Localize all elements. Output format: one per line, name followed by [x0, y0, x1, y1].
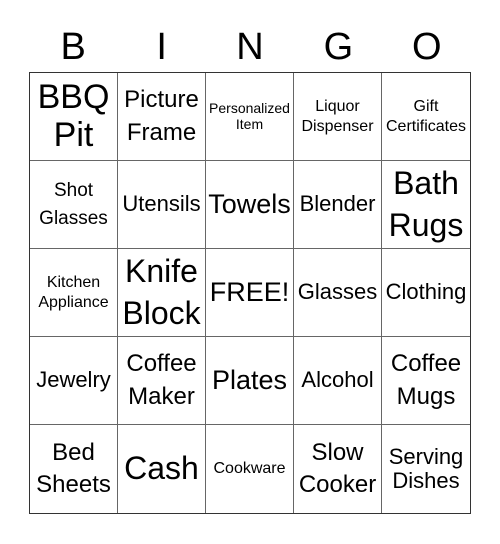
cell-label: Glasses	[297, 279, 378, 305]
cell-label: Coffee Maker	[126, 350, 197, 410]
bingo-cell[interactable]: Personalized Item	[206, 73, 294, 161]
bingo-cell[interactable]: Slow Cooker	[294, 425, 382, 513]
bingo-cell[interactable]: Jewelry	[30, 337, 118, 425]
bingo-grid: BBQ Pit Picture Frame Personalized Item …	[29, 72, 471, 514]
bingo-cell[interactable]: Bed Sheets	[30, 425, 118, 513]
cell-label: Personalized Item	[209, 100, 290, 132]
cell-label: Utensils	[122, 191, 201, 217]
bingo-cell[interactable]: Gift Certificates	[382, 73, 470, 161]
cell-label: Bed Sheets	[36, 438, 111, 498]
cell-label: Kitchen Appliance	[38, 274, 109, 311]
bingo-cell[interactable]: Coffee Maker	[118, 337, 206, 425]
cell-label: Towels	[208, 188, 291, 219]
bingo-cell[interactable]: Picture Frame	[118, 73, 206, 161]
bingo-cell[interactable]: Plates	[206, 337, 294, 425]
cell-label: Bath Rugs	[388, 164, 464, 243]
cell-label: BBQ Pit	[37, 78, 110, 154]
header-letter-g: G	[323, 26, 354, 68]
bingo-cell[interactable]: Cookware	[206, 425, 294, 513]
bingo-cell[interactable]: Cash	[118, 425, 206, 513]
cell-label: Liquor Dispenser	[301, 98, 374, 135]
bingo-cell[interactable]: BBQ Pit	[30, 73, 118, 161]
header-letter-i: I	[156, 26, 167, 68]
bingo-cell[interactable]: Utensils	[118, 161, 206, 249]
cell-label: Cash	[124, 450, 199, 487]
bingo-cell[interactable]: Kitchen Appliance	[30, 249, 118, 337]
cell-label: Gift Certificates	[385, 98, 467, 135]
cell-label: Slow Cooker	[298, 438, 377, 498]
bingo-cell[interactable]: Towels	[206, 161, 294, 249]
bingo-cell[interactable]: Coffee Mugs	[382, 337, 470, 425]
bingo-cell[interactable]: Bath Rugs	[382, 161, 470, 249]
bingo-cell[interactable]: Liquor Dispenser	[294, 73, 382, 161]
cell-label: Clothing	[385, 279, 467, 305]
header-letter-b: B	[60, 26, 86, 68]
cell-label: Serving Dishes	[388, 443, 464, 493]
cell-label: Cookware	[213, 460, 286, 478]
cell-label: Jewelry	[36, 367, 111, 393]
bingo-cell[interactable]: Clothing	[382, 249, 470, 337]
header-letter-o: O	[412, 26, 442, 68]
bingo-cell[interactable]: Blender	[294, 161, 382, 249]
bingo-cell[interactable]: Glasses	[294, 249, 382, 337]
bingo-header: B I N G O	[29, 22, 471, 72]
cell-label: Plates	[211, 364, 288, 395]
cell-label: Alcohol	[301, 367, 374, 393]
bingo-cell-free[interactable]: FREE!	[206, 249, 294, 337]
cell-label: Knife Block	[122, 252, 201, 331]
cell-label: FREE!	[209, 276, 290, 307]
bingo-cell[interactable]: Knife Block	[118, 249, 206, 337]
bingo-cell[interactable]: Alcohol	[294, 337, 382, 425]
cell-label: Blender	[299, 191, 376, 217]
header-letter-n: N	[236, 26, 264, 68]
cell-label: Picture Frame	[124, 86, 199, 146]
bingo-cell[interactable]: Shot Glasses	[30, 161, 118, 249]
bingo-cell[interactable]: Serving Dishes	[382, 425, 470, 513]
cell-label: Shot Glasses	[39, 179, 108, 229]
cell-label: Coffee Mugs	[390, 350, 462, 410]
